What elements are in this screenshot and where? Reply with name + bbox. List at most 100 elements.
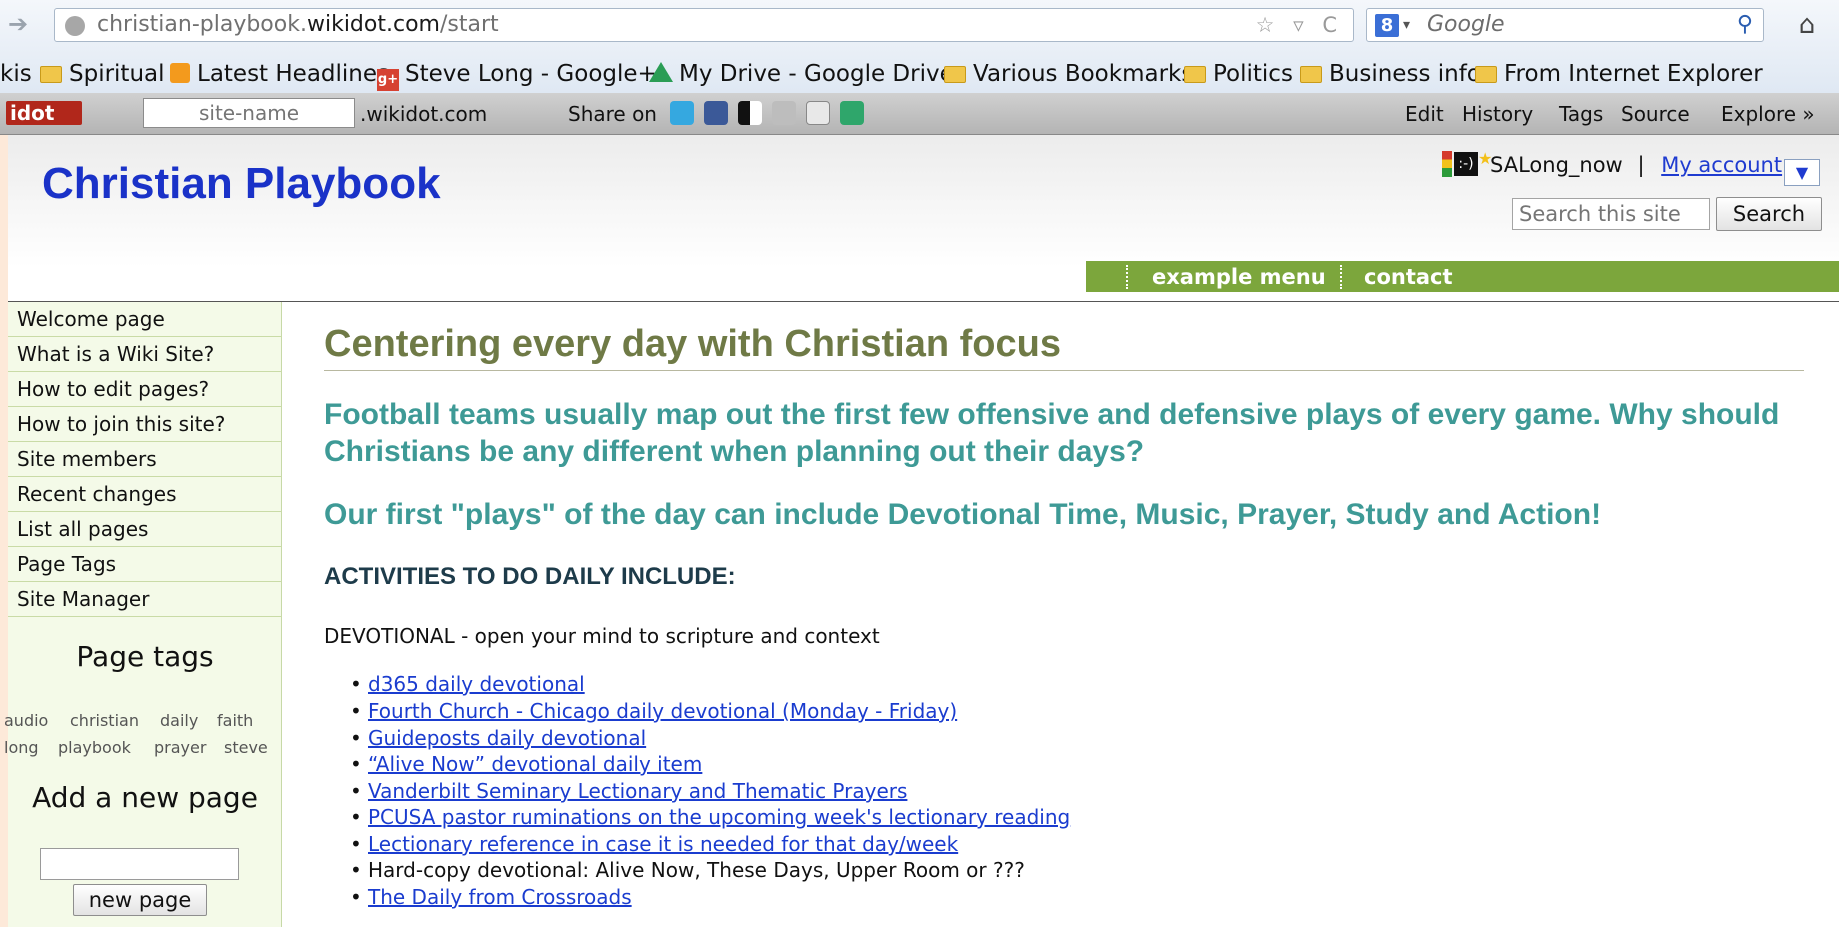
tag-audio[interactable]: audio [4, 711, 48, 730]
sidebar-item-what-is-wiki[interactable]: What is a Wiki Site? [8, 337, 282, 372]
devotional-link-guideposts[interactable]: Guideposts daily devotional [368, 726, 646, 750]
tag-playbook[interactable]: playbook [58, 738, 131, 757]
bookmark-label: From Internet Explorer [1504, 61, 1763, 87]
bookmark-star-reload-icons[interactable]: ☆ ▿ C [1256, 9, 1343, 41]
bookmark-label: Politics [1213, 61, 1293, 87]
engine-dropdown-caret-icon[interactable]: ▾ [1403, 9, 1410, 41]
facebook-icon[interactable] [704, 101, 728, 125]
menu-example[interactable]: example menu [1152, 262, 1326, 292]
browser-toolbar: ➔ christian-playbook.wikidot.com/start ☆… [0, 0, 1839, 93]
browser-search-box[interactable]: 8 ▾ Google ⚲ [1366, 8, 1764, 42]
bookmark-politics[interactable]: Politics [1184, 59, 1293, 89]
sidebar-item-how-to-edit[interactable]: How to edit pages? [8, 372, 282, 407]
menu-contact[interactable]: contact [1364, 262, 1453, 292]
tag-prayer[interactable]: prayer [154, 738, 206, 757]
list-item: • Fourth Church - Chicago daily devotiona… [350, 699, 958, 723]
sidebar-item-site-members[interactable]: Site members [8, 442, 282, 477]
google-plus-icon: g+ [377, 69, 399, 91]
list-item: • PCUSA pastor ruminations on the upcomin… [350, 805, 1071, 829]
page-title: Centering every day with Christian focus [324, 323, 1061, 365]
home-icon[interactable]: ⌂ [1790, 8, 1824, 42]
folder-icon [40, 66, 62, 83]
list-item: • Guideposts daily devotional [350, 726, 647, 750]
top-menu-bar: example menu contact [1086, 261, 1839, 292]
menu-separator [1126, 265, 1128, 289]
devotional-label: DEVOTIONAL - open your mind to scripture… [324, 624, 880, 648]
toolbar-tags[interactable]: Tags [1559, 100, 1603, 128]
sidebar-item-page-tags[interactable]: Page Tags [8, 547, 282, 582]
browser-search-placeholder: Google [1427, 12, 1505, 37]
reddit-icon[interactable] [806, 101, 830, 125]
site-name-input[interactable] [143, 98, 355, 128]
bookmark-label: My Drive - Google Drive [679, 61, 954, 87]
list-item: • d365 daily devotional [350, 672, 585, 696]
devotional-link-d365[interactable]: d365 daily devotional [368, 672, 585, 696]
tag-faith[interactable]: faith [217, 711, 253, 730]
account-dropdown-toggle[interactable]: ▼ [1784, 159, 1820, 186]
twitter-icon[interactable] [670, 101, 694, 125]
sidebar-item-list-pages[interactable]: List all pages [8, 512, 282, 547]
activities-heading: ACTIVITIES TO DO DAILY INCLUDE: [324, 563, 736, 590]
google-engine-icon[interactable]: 8 [1375, 14, 1399, 37]
digg-icon[interactable] [772, 101, 796, 125]
site-search-button[interactable]: Search [1716, 197, 1822, 231]
username[interactable]: SALong_now [1490, 153, 1623, 177]
forward-arrow-icon[interactable]: ➔ [8, 10, 34, 38]
bookmark-latest-headlines[interactable]: Latest Headlines [170, 59, 389, 89]
toolbar-source[interactable]: Source [1621, 100, 1690, 128]
bookmark-business-info[interactable]: Business info [1300, 59, 1481, 89]
folder-icon [944, 66, 966, 83]
list-item: • Vanderbilt Seminary Lectionary and Them… [350, 779, 908, 803]
intro-paragraph: Football teams usually map out the first… [324, 398, 1780, 468]
tag-long[interactable]: long [4, 738, 39, 757]
bookmark-from-ie[interactable]: From Internet Explorer [1475, 59, 1763, 89]
folder-icon [1184, 66, 1206, 83]
list-item: • Hard-copy devotional: Alive Now, These … [350, 858, 1025, 882]
title-divider [324, 370, 1804, 371]
bookmark-various[interactable]: Various Bookmarks [944, 59, 1193, 89]
list-item: • The Daily from Crossroads [350, 885, 632, 909]
rss-icon [170, 63, 190, 83]
bookmark-google-plus[interactable]: g+ Steve Long - Google+ [377, 59, 657, 91]
new-page-name-input[interactable] [40, 848, 239, 880]
new-page-button[interactable]: new page [73, 884, 207, 916]
plays-paragraph: Our first "plays" of the day can include… [324, 498, 1602, 531]
site-search-input[interactable] [1512, 198, 1710, 230]
globe-icon [65, 16, 85, 36]
bookmark-label: Spiritual [69, 61, 165, 87]
devotional-link-lectionary[interactable]: Lectionary reference in case it is neede… [368, 832, 958, 856]
tag-daily[interactable]: daily [160, 711, 198, 730]
devotional-link-alive-now[interactable]: “Alive Now” devotional daily item [368, 752, 702, 776]
delicious-icon[interactable] [738, 101, 762, 125]
devotional-link-fourth-church[interactable]: Fourth Church - Chicago daily devotional… [368, 699, 957, 723]
devotional-link-crossroads[interactable]: The Daily from Crossroads [368, 885, 632, 909]
wikidot-logo[interactable]: idot [6, 101, 82, 125]
url-domain: wikidot.com [306, 12, 440, 37]
menu-separator [1340, 265, 1342, 289]
devotional-link-vanderbilt[interactable]: Vanderbilt Seminary Lectionary and Thema… [368, 779, 907, 803]
bookmark-label: Business info [1329, 61, 1481, 87]
bookmarks-bar: kis Spiritual Latest Headlines g+ Steve L… [0, 56, 1839, 92]
bookmark-label: kis [0, 61, 32, 87]
bookmark-google-drive[interactable]: My Drive - Google Drive [649, 59, 954, 89]
tag-steve[interactable]: steve [224, 738, 268, 757]
toolbar-history[interactable]: History [1462, 100, 1533, 128]
sidebar-item-recent-changes[interactable]: Recent changes [8, 477, 282, 512]
toolbar-explore[interactable]: Explore » [1721, 100, 1815, 128]
sidebar-item-site-manager[interactable]: Site Manager [8, 582, 282, 617]
tag-christian[interactable]: christian [70, 711, 139, 730]
site-title[interactable]: Christian Playbook [42, 159, 441, 209]
bookmark-spiritual[interactable]: Spiritual [40, 59, 165, 89]
bookmark-kis[interactable]: kis [0, 59, 32, 89]
sidebar-item-how-to-join[interactable]: How to join this site? [8, 407, 282, 442]
page-tags-heading: Page tags [76, 640, 214, 673]
list-item: • “Alive Now” devotional daily item [350, 752, 703, 776]
sidebar-item-welcome[interactable]: Welcome page [8, 302, 282, 337]
devotional-link-pcusa[interactable]: PCUSA pastor ruminations on the upcoming… [368, 805, 1070, 829]
toolbar-edit[interactable]: Edit [1405, 100, 1444, 128]
magnifier-icon[interactable]: ⚲ [1737, 9, 1753, 41]
stumbleupon-icon[interactable] [840, 101, 864, 125]
my-account-link[interactable]: My account [1661, 153, 1782, 177]
address-bar[interactable]: christian-playbook.wikidot.com/start ☆ ▿… [54, 8, 1354, 42]
user-separator: | [1637, 153, 1645, 177]
